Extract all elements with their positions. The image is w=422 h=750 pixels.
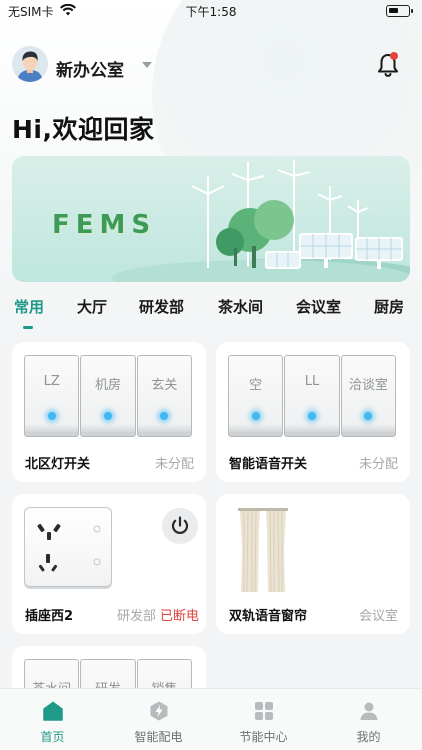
tab-tea-room[interactable]: 茶水间: [218, 296, 263, 317]
clock: 下午1:58: [185, 5, 237, 19]
chevron-down-icon[interactable]: [142, 62, 152, 68]
switch-panel: 空 LL 洽谈室: [228, 355, 396, 437]
bottom-nav: 首页 智能配电 节能中心 我的: [0, 688, 422, 750]
tab-kitchen[interactable]: 厨房: [374, 296, 404, 317]
led-indicator: [307, 412, 316, 420]
switch-key[interactable]: 机房: [80, 355, 136, 437]
tab-meeting-room[interactable]: 会议室: [296, 296, 341, 317]
switch-key[interactable]: 空: [228, 355, 284, 437]
nav-energy-center[interactable]: 节能中心: [211, 689, 316, 750]
switch-key-label: 空: [249, 378, 263, 393]
led-indicator: [364, 412, 373, 420]
socket-icon: [37, 523, 101, 572]
grid-apps-icon: [254, 702, 273, 720]
nav-label: 我的: [356, 730, 381, 744]
room-tabs: 常用 大厅 研发部 茶水间 会议室 厨房: [0, 296, 422, 336]
home-icon: [42, 701, 63, 721]
device-name: 双轨语音窗帘: [229, 609, 308, 624]
curtain-icon: [238, 508, 288, 593]
avatar[interactable]: [12, 46, 48, 82]
tab-common[interactable]: 常用: [14, 296, 44, 317]
notification-badge: [390, 52, 398, 60]
greeting-title: Hi,欢迎回家: [12, 115, 155, 144]
user-icon: [360, 702, 377, 720]
status-bar: 无SIM卡 下午1:58: [0, 0, 422, 22]
tab-lobby[interactable]: 大厅: [77, 296, 107, 317]
power-icon: [171, 516, 189, 534]
nav-label: 首页: [40, 730, 65, 744]
switch-key[interactable]: LL: [284, 355, 340, 437]
avatar-icon: [12, 46, 48, 82]
banner-logo-text: FEMS: [52, 210, 157, 240]
device-name: 智能语音开关: [229, 457, 308, 472]
device-status: 未分配: [358, 457, 398, 472]
switch-key-label: 洽谈室: [348, 378, 388, 393]
led-indicator: [160, 412, 169, 420]
led-indicator: [103, 412, 112, 420]
office-selector[interactable]: 新办公室: [56, 56, 124, 81]
tab-indicator: [23, 326, 33, 329]
nav-label: 节能中心: [239, 730, 288, 744]
device-card-voice-switch[interactable]: 空 LL 洽谈室 智能语音开关 未分配: [216, 342, 410, 482]
device-status: 已断电: [159, 609, 199, 624]
nav-profile[interactable]: 我的: [316, 689, 421, 750]
device-status: 未分配: [154, 457, 194, 472]
socket-image: [24, 507, 112, 587]
led-indicator: [47, 412, 56, 420]
switch-key-label: 玄关: [151, 378, 178, 393]
notification-button[interactable]: [376, 52, 400, 78]
device-name: 北区灯开关: [25, 457, 91, 472]
switch-key[interactable]: LZ: [24, 355, 80, 437]
led-indicator: [251, 412, 260, 420]
switch-key-label: 机房: [94, 378, 121, 393]
device-card-north-light[interactable]: LZ 机房 玄关 北区灯开关 未分配: [12, 342, 206, 482]
nav-power-distribution[interactable]: 智能配电: [106, 689, 211, 750]
banner[interactable]: FEMS: [12, 156, 410, 282]
device-room: 会议室: [358, 609, 398, 624]
device-room: 研发部: [116, 609, 156, 624]
header: 新办公室: [12, 46, 410, 86]
switch-panel: LZ 机房 玄关: [24, 355, 192, 437]
tab-rd-dept[interactable]: 研发部: [139, 296, 184, 317]
device-name: 插座西2: [25, 609, 74, 624]
device-card-socket[interactable]: 插座西2 研发部 已断电: [12, 494, 206, 634]
battery-icon: [386, 5, 413, 17]
nav-label: 智能配电: [134, 730, 183, 744]
switch-key-label: LZ: [43, 374, 60, 389]
switch-key[interactable]: 玄关: [136, 355, 192, 437]
nav-home[interactable]: 首页: [0, 689, 105, 750]
device-card-curtain[interactable]: 双轨语音窗帘 会议室: [216, 494, 410, 634]
switch-key[interactable]: 洽谈室: [340, 355, 396, 437]
power-distribution-icon: [150, 701, 167, 721]
power-button[interactable]: [162, 508, 198, 544]
switch-key-label: LL: [304, 374, 320, 389]
